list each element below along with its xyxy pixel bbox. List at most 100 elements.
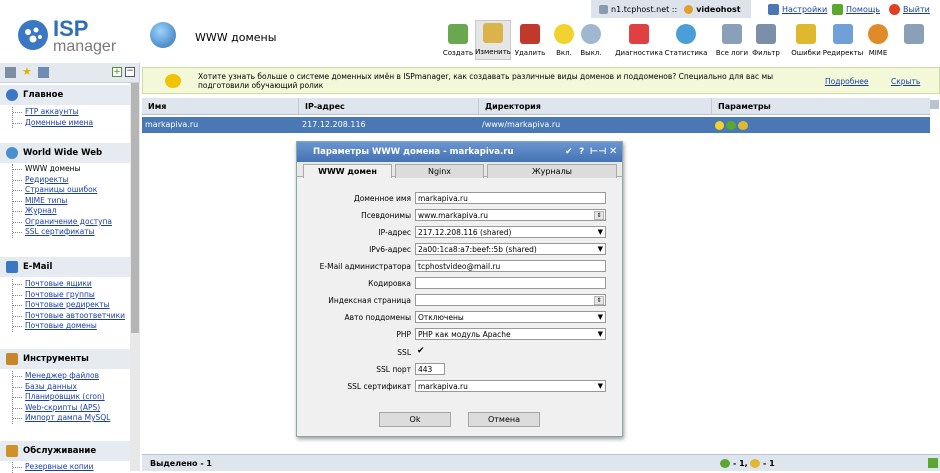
php-status-icon bbox=[720, 459, 730, 468]
help-icon[interactable]: ? bbox=[579, 142, 584, 162]
export-icon[interactable] bbox=[928, 458, 938, 468]
charset-field[interactable] bbox=[415, 277, 606, 289]
domain-row: Доменное имя markapiva.ru bbox=[297, 192, 624, 205]
sidebar-item-redirects[interactable]: Редиректы bbox=[13, 175, 112, 186]
disable-button[interactable]: Выкл. bbox=[578, 22, 604, 60]
table-row[interactable]: markapiva.ru 217.12.208.116 /www/markapi… bbox=[142, 117, 930, 133]
sidebar-item-mail-groups[interactable]: Почтовые группы bbox=[13, 290, 125, 301]
column-name[interactable]: Имя bbox=[142, 98, 299, 115]
sidebar-item-log[interactable]: Журнал bbox=[13, 206, 112, 217]
sidebar-item-autoresponders[interactable]: Почтовые автоответчики bbox=[13, 311, 125, 322]
column-ip[interactable]: IP-адрес bbox=[299, 98, 479, 115]
row-dir: /www/markapiva.ru bbox=[482, 120, 561, 129]
filter-button[interactable]: Фильтр bbox=[751, 22, 781, 60]
php-select[interactable]: PHP как модуль Apache ▼ bbox=[415, 328, 606, 340]
logout-link[interactable]: Выйти bbox=[889, 0, 930, 18]
sidebar-item-ftp[interactable]: FTP аккаунты bbox=[13, 107, 93, 118]
errors-icon bbox=[796, 24, 816, 44]
autosub-row: Авто поддомены Отключены ▼ bbox=[297, 311, 624, 324]
stats-button[interactable]: Статистика bbox=[665, 22, 707, 60]
pin-icon[interactable]: ✔ bbox=[565, 142, 573, 162]
delete-icon bbox=[520, 24, 540, 44]
diagnostics-button[interactable]: Диагностика bbox=[614, 22, 664, 60]
tab-www-domain[interactable]: WWW домен bbox=[303, 164, 392, 178]
sidebar-group-maintenance[interactable]: Обслуживание bbox=[0, 441, 130, 461]
expand-icon[interactable]: ⇕ bbox=[594, 296, 604, 305]
column-params[interactable]: Параметры bbox=[712, 98, 930, 115]
ssl-port-field[interactable]: 443 bbox=[415, 363, 445, 375]
logo-ball-icon bbox=[18, 20, 48, 50]
collapse-all-icon[interactable]: − bbox=[125, 67, 135, 77]
email-row: E-Mail администратора tcphostvideo@mail.… bbox=[297, 260, 624, 273]
domain-name-field[interactable]: markapiva.ru bbox=[415, 192, 606, 204]
dialog-title: Параметры WWW домена - markapiva.ru bbox=[313, 147, 514, 157]
enable-button[interactable]: Вкл. bbox=[554, 22, 574, 60]
sslcert-row: SSL сертификат markapiva.ru ▼ bbox=[297, 380, 624, 393]
sidebar-scroll-thumb[interactable] bbox=[131, 83, 139, 333]
ipv6-select[interactable]: 2a00:1ca8:a7:beef::5b (shared) ▼ bbox=[415, 243, 606, 255]
home-icon[interactable] bbox=[38, 67, 49, 78]
ssl-cert-select[interactable]: markapiva.ru ▼ bbox=[415, 380, 606, 392]
exit-list-icon bbox=[904, 24, 924, 44]
sort-icon[interactable] bbox=[930, 100, 939, 109]
sidebar-item-access[interactable]: Ограничение доступа bbox=[13, 217, 112, 228]
sidebar-toolbar: ★ + − bbox=[0, 63, 139, 83]
sidebar-group-main[interactable]: Главное bbox=[0, 85, 130, 105]
sidebar-group-www[interactable]: World Wide Web bbox=[0, 143, 130, 163]
sidebar-item-mysql-import[interactable]: Импорт дампа MySQL bbox=[13, 413, 110, 424]
column-dir[interactable]: Директория bbox=[479, 98, 712, 115]
create-button[interactable]: Создать bbox=[442, 22, 474, 60]
dialog-title-bar[interactable]: Параметры WWW домена - markapiva.ru ✔ ? … bbox=[297, 142, 622, 162]
sidebar-item-www-domains[interactable]: WWW домены bbox=[13, 164, 112, 175]
close-icon[interactable]: ✕ bbox=[609, 142, 617, 162]
selected-count: Выделено - 1 bbox=[150, 459, 212, 468]
sidebar-item-mailboxes[interactable]: Почтовые ящики bbox=[13, 279, 125, 290]
sidebar-item-domains[interactable]: Доменные имена bbox=[13, 118, 93, 129]
sidebar-scrollbar[interactable] bbox=[130, 83, 140, 471]
expand-all-icon[interactable]: + bbox=[112, 67, 122, 77]
ssl-count: - 1 bbox=[763, 459, 775, 468]
errors-button[interactable]: Ошибки bbox=[791, 22, 821, 60]
ok-button[interactable]: Ok bbox=[379, 412, 451, 427]
tree-view-icon[interactable] bbox=[5, 67, 16, 78]
expand-icon[interactable]: ⇕ bbox=[594, 211, 604, 220]
help-link[interactable]: Помощь bbox=[832, 0, 880, 18]
mime-button[interactable]: MIME bbox=[866, 22, 890, 60]
redirects-button[interactable]: Редиректы bbox=[823, 22, 863, 60]
aliases-field[interactable]: www.markapiva.ru ⇕ bbox=[415, 209, 606, 221]
settings-icon bbox=[768, 3, 779, 15]
ssl-checkbox[interactable]: ✔ bbox=[417, 346, 425, 356]
host-info: n1.tcphost.net :: videohost bbox=[591, 0, 751, 18]
sidebar-item-ssl[interactable]: SSL сертификаты bbox=[13, 227, 112, 238]
sidebar-item-aps[interactable]: Web-скрипты (APS) bbox=[13, 403, 110, 414]
edit-button[interactable]: Изменить bbox=[475, 20, 511, 60]
hide-link[interactable]: Скрыть bbox=[891, 77, 920, 86]
cancel-button[interactable]: Отмена bbox=[468, 412, 540, 427]
tab-logs[interactable]: Журналы bbox=[487, 164, 617, 178]
sidebar-item-mail-redirects[interactable]: Почтовые редиректы bbox=[13, 300, 125, 311]
sidebar-item-cron[interactable]: Планировщик (cron) bbox=[13, 392, 110, 403]
tab-nginx[interactable]: Nginx bbox=[395, 164, 484, 178]
maximize-icon[interactable]: ⊢⊣ bbox=[590, 142, 606, 162]
grid-scrollbar[interactable] bbox=[930, 98, 940, 453]
sidebar-item-databases[interactable]: Базы данных bbox=[13, 382, 110, 393]
sidebar-group-tools[interactable]: Инструменты bbox=[0, 349, 130, 369]
sidebar-item-mime[interactable]: MIME типы bbox=[13, 196, 112, 207]
all-logs-button[interactable]: Все логи bbox=[716, 22, 748, 60]
bulb-icon bbox=[715, 120, 724, 130]
auto-subdomains-select[interactable]: Отключены ▼ bbox=[415, 311, 606, 323]
ip-select[interactable]: 217.12.208.116 (shared) ▼ bbox=[415, 226, 606, 238]
sidebar-item-file-manager[interactable]: Менеджер файлов bbox=[13, 371, 110, 382]
sidebar-group-email[interactable]: E-Mail bbox=[0, 257, 130, 277]
delete-button[interactable]: Удалить bbox=[514, 22, 546, 60]
logs-icon bbox=[722, 24, 742, 44]
favorites-star-icon[interactable]: ★ bbox=[22, 65, 32, 78]
sidebar-item-mail-domains[interactable]: Почтовые домены bbox=[13, 321, 125, 332]
admin-email-field[interactable]: tcphostvideo@mail.ru bbox=[415, 260, 606, 272]
sidebar-item-error-pages[interactable]: Страницы ошибок bbox=[13, 185, 112, 196]
index-page-field[interactable]: ⇕ bbox=[415, 294, 606, 306]
more-link[interactable]: Подробнее bbox=[825, 77, 869, 86]
exit-list-button[interactable] bbox=[902, 22, 926, 60]
settings-link[interactable]: Настройки bbox=[768, 0, 827, 18]
page-title: WWW домены bbox=[195, 31, 277, 44]
